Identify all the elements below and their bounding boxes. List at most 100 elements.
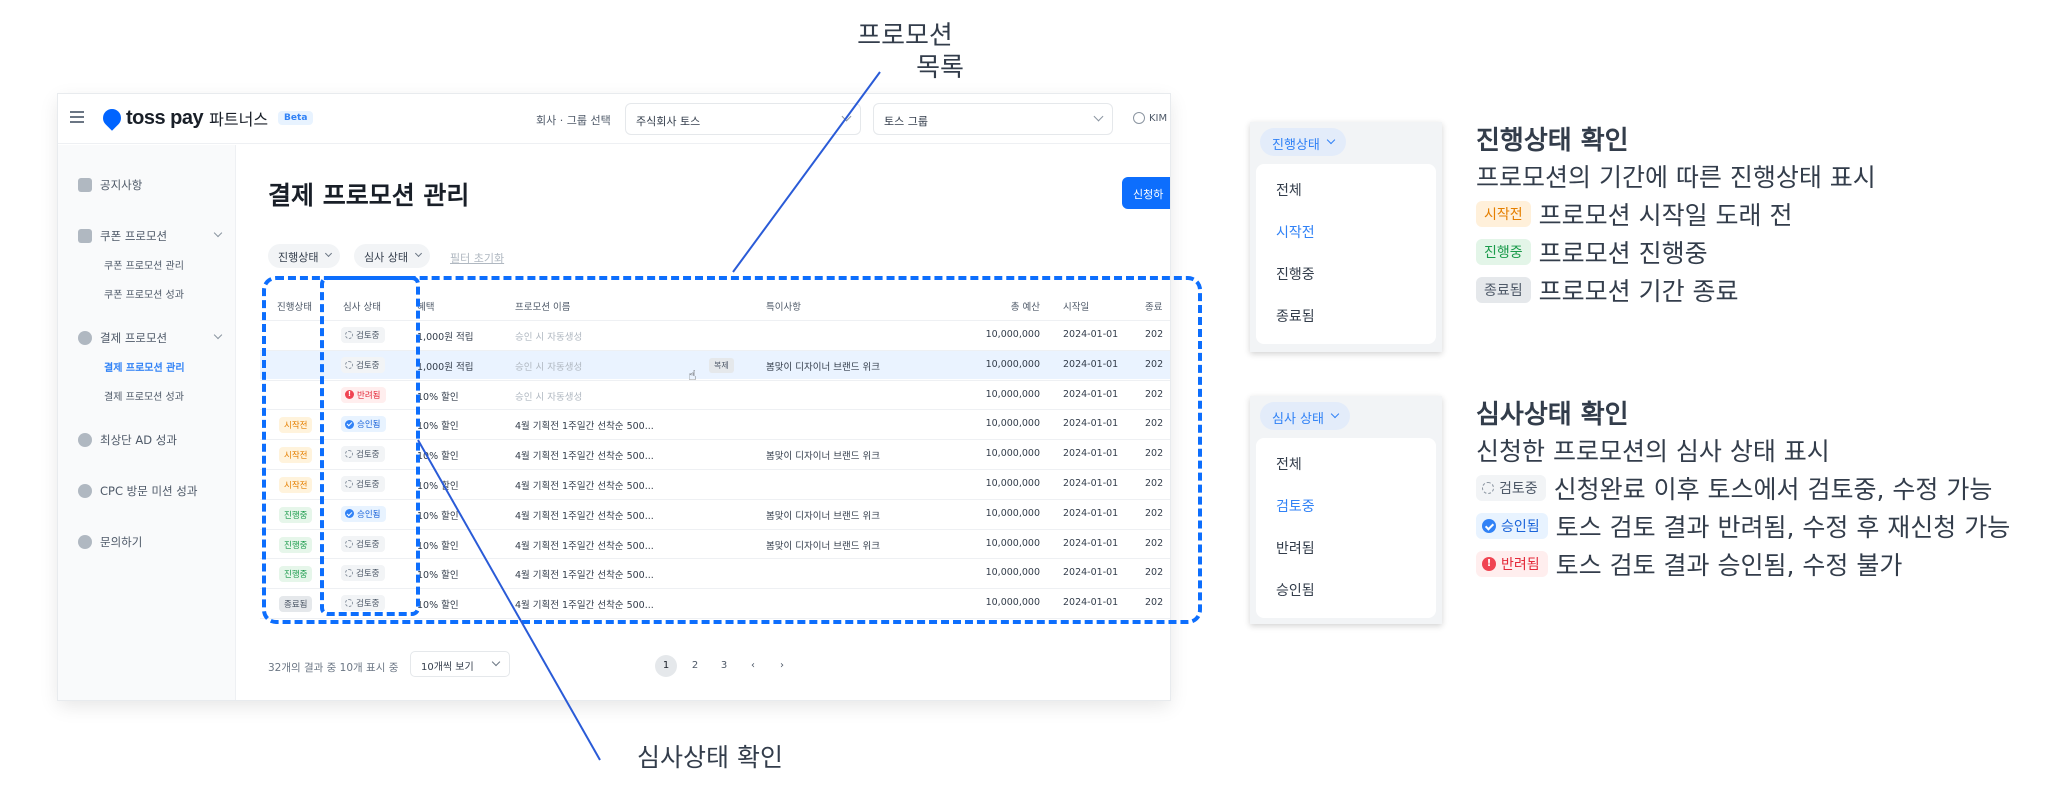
option-pre[interactable]: 시작전 <box>1276 222 1315 242</box>
note-cell: 봄맞이 디자이너 브랜드 위크 <box>766 510 880 522</box>
page-3[interactable]: 3 <box>713 655 735 677</box>
sidebar-item-label: 문의하기 <box>100 535 143 549</box>
chevron-down-icon <box>1326 135 1336 145</box>
name-cell[interactable]: 4월 기획전 1주일간 선착순 500... <box>515 567 654 581</box>
review-badge: ! 반려됨 <box>1476 551 1548 577</box>
loading-icon <box>345 450 353 459</box>
check-circle-icon <box>345 419 354 429</box>
chevron-down-icon <box>1093 111 1104 122</box>
sidebar-sub-payment-result[interactable]: 결제 프로모션 성과 <box>104 388 184 403</box>
group-select[interactable]: 토스 그룹 <box>873 103 1113 135</box>
prev-page-icon[interactable]: ‹ <box>742 655 764 677</box>
column-header: 혜택 <box>417 302 435 313</box>
sidebar-item-ad-result[interactable]: 최상단 AD 성과 <box>78 432 223 448</box>
filter-progress[interactable]: 진행상태 <box>268 244 341 268</box>
benefit-cell: 10% 할인 <box>417 540 459 552</box>
benefit-cell: 1,000원 적립 <box>417 332 474 343</box>
option-all[interactable]: 전체 <box>1276 454 1302 474</box>
filter-reset-link[interactable]: 필터 초기화 <box>450 250 504 266</box>
badge-label: 검토중 <box>356 331 380 341</box>
benefit-cell: 10% 할인 <box>417 421 459 433</box>
benefit-cell: 10% 할인 <box>417 570 459 582</box>
option-approved[interactable]: 승인됨 <box>1276 580 1315 600</box>
column-header: 종료 <box>1145 302 1163 313</box>
end-date-cell: 202 <box>1145 329 1164 340</box>
sidebar-sub-coupon-manage[interactable]: 쿠폰 프로모션 관리 <box>104 257 184 272</box>
review-badge: 검토중 <box>341 476 386 492</box>
name-cell[interactable]: 4월 기획전 1주일간 선착순 500... <box>515 448 654 462</box>
benefit-cell: 10% 할인 <box>417 510 459 522</box>
option-reviewing[interactable]: 검토중 <box>1276 496 1315 516</box>
option-rejected[interactable]: 반려됨 <box>1276 538 1315 558</box>
progress-legend-title: 진행상태 확인 <box>1476 126 1629 156</box>
user-menu[interactable]: KIM <box>1133 112 1167 124</box>
legend-text: 토스 검토 결과 반려됨, 수정 후 재신청 가능 <box>1555 513 2011 542</box>
sidebar-item-payment-promotion[interactable]: 결제 프로모션 <box>78 330 223 346</box>
legend-text: 프로모션 기간 종료 <box>1538 277 1739 306</box>
row-divider <box>260 409 1170 411</box>
progress-dropdown-panel: 진행상태 전체 시작전 진행중 종료됨 <box>1250 122 1442 352</box>
name-cell[interactable]: 승인 시 자동생성 <box>515 329 582 343</box>
option-ended[interactable]: 종료됨 <box>1276 306 1315 326</box>
sidebar-sub-payment-manage[interactable]: 결제 프로모션 관리 <box>104 359 185 374</box>
loading-icon <box>345 539 353 548</box>
sidebar-item-inquiry[interactable]: 문의하기 <box>78 534 223 550</box>
badge-label: 승인됨 <box>357 509 381 520</box>
filter-review[interactable]: 심사 상태 <box>354 244 430 268</box>
loading-icon <box>345 569 353 578</box>
review-filter-chip[interactable]: 심사 상태 <box>1260 402 1350 430</box>
chevron-down-icon <box>213 228 223 238</box>
chevron-down-icon <box>213 330 223 340</box>
budget-cell: 10,000,000 <box>985 388 1040 400</box>
column-header: 심사 상태 <box>343 302 381 313</box>
sidebar-item-label: 최상단 AD 성과 <box>100 433 177 447</box>
legend-item-ended: 종료됨 프로모션 기간 종료 <box>1476 272 1739 308</box>
budget-cell: 10,000,000 <box>985 597 1040 609</box>
name-cell[interactable]: 승인 시 자동생성 <box>515 359 582 373</box>
logo[interactable]: toss pay 파트너스 Beta <box>99 105 314 131</box>
end-date-cell: 202 <box>1145 507 1164 519</box>
name-cell[interactable]: 4월 기획전 1주일간 선착순 500... <box>515 508 654 522</box>
page-1[interactable]: 1 <box>655 655 677 677</box>
badge-label: 검토중 <box>356 360 380 371</box>
review-badge: 승인됨 <box>341 505 387 522</box>
sidebar-item-cpc[interactable]: CPC 방문 미션 성과 <box>78 483 223 499</box>
option-all[interactable]: 전체 <box>1276 180 1302 200</box>
progress-badge: 시작전 <box>279 417 313 434</box>
progress-badge: 종료됨 <box>279 596 313 613</box>
sidebar-item-label: CPC 방문 미션 성과 <box>100 484 198 498</box>
name-cell[interactable]: 승인 시 자동생성 <box>515 389 582 403</box>
sidebar-item-coupon-promotion[interactable]: 쿠폰 프로모션 <box>78 228 223 244</box>
name-cell[interactable]: 4월 기획전 1주일간 선착순 500... <box>515 538 654 552</box>
sidebar-item-notice[interactable]: 공지사항 <box>78 177 223 193</box>
copy-button[interactable]: 복제 <box>709 358 734 373</box>
alert-icon: ! <box>1482 557 1496 571</box>
badge-label: 검토중 <box>356 599 380 610</box>
status-badge: 시작전 <box>1476 201 1531 227</box>
column-header: 프로모션 이름 <box>515 302 571 313</box>
sidebar-sub-coupon-result[interactable]: 쿠폰 프로모션 성과 <box>104 286 184 301</box>
page-title: 결제 프로모션 관리 <box>268 181 470 210</box>
badge-label: 검토중 <box>356 450 380 461</box>
end-date-cell: 202 <box>1145 567 1164 579</box>
filter-label: 심사 상태 <box>364 251 408 264</box>
per-page-select[interactable]: 10개씩 보기 <box>410 651 510 677</box>
progress-filter-chip[interactable]: 진행상태 <box>1260 128 1346 156</box>
annotation-promotion-list: 프로모션 목록 <box>830 20 980 84</box>
menu-icon[interactable] <box>70 111 84 123</box>
option-progress[interactable]: 진행중 <box>1276 264 1315 284</box>
end-date-cell: 202 <box>1145 478 1164 489</box>
name-cell[interactable]: 4월 기획전 1주일간 선착순 500... <box>515 597 654 611</box>
apply-button[interactable]: 신청하 <box>1122 177 1170 209</box>
loading-icon <box>345 480 353 488</box>
top-bar: toss pay 파트너스 Beta 회사 · 그룹 선택 주식회사 토스 토스… <box>58 94 1170 144</box>
loading-icon <box>345 360 353 369</box>
company-select[interactable]: 주식회사 토스 <box>625 103 861 135</box>
name-cell[interactable]: 4월 기획전 1주일간 선착순 500... <box>515 478 654 492</box>
progress-badge: 진행중 <box>279 566 313 583</box>
progress-badge: 진행중 <box>279 506 313 523</box>
next-page-icon[interactable]: › <box>771 655 793 677</box>
start-date-cell: 2024-01-01 <box>1063 358 1119 370</box>
name-cell[interactable]: 4월 기획전 1주일간 선착순 500... <box>515 418 654 432</box>
page-2[interactable]: 2 <box>684 655 706 677</box>
